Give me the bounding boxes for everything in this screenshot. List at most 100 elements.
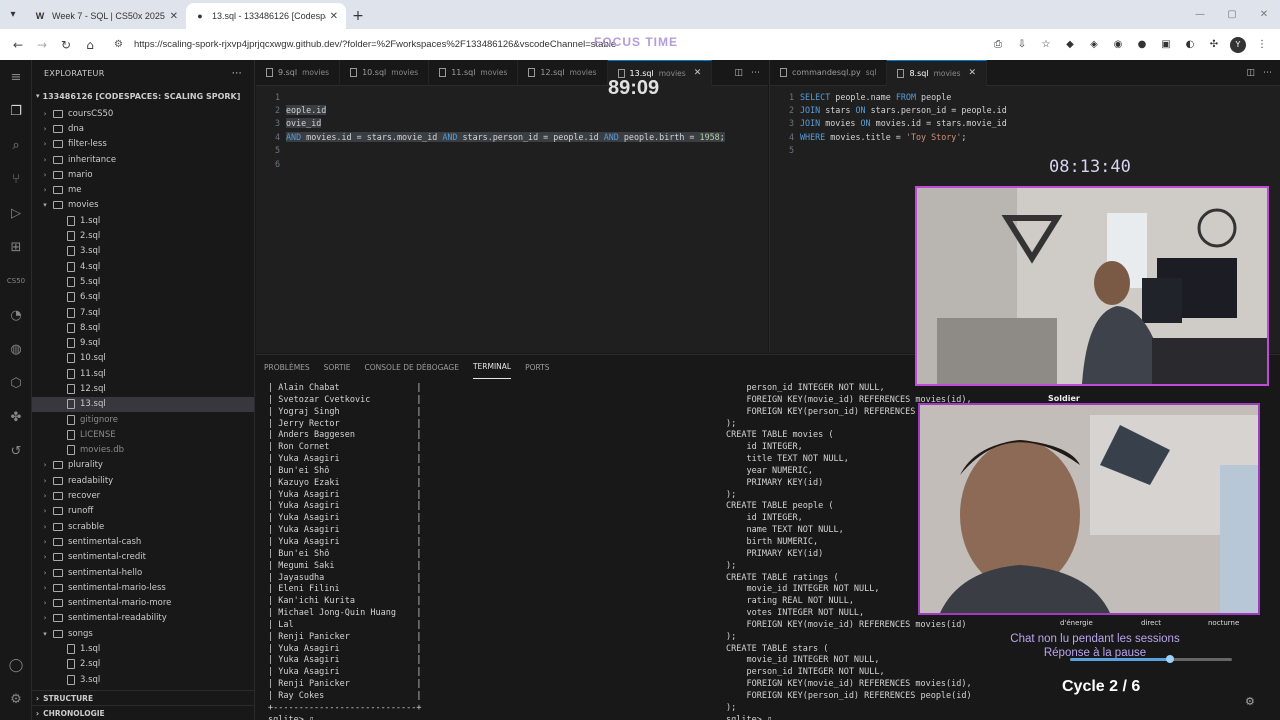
tree-file[interactable]: 13.sql [32,396,254,412]
split-editor-icon[interactable]: ◫ [1246,68,1255,78]
tree-file[interactable]: 2.sql [32,228,254,243]
editor-tab[interactable]: 8.sql movies ✕ [887,59,988,86]
tree-folder[interactable]: › readability [32,473,254,488]
tree-folder[interactable]: › sentimental-hello [32,565,254,580]
search-icon[interactable]: ⌕ [0,128,32,162]
extensions-puzzle-icon[interactable]: ✣ [1202,33,1226,57]
tree-folder[interactable]: › dna [32,121,254,136]
duck-icon[interactable]: ◔ [0,298,32,332]
minimize-icon[interactable]: — [1184,0,1216,29]
save-page-icon[interactable]: ⎙ [986,33,1010,57]
tab-search-icon[interactable]: ▾ [0,0,26,29]
explorer-icon[interactable]: ❐ [0,94,32,128]
tree-folder[interactable]: › sentimental-readability [32,611,254,626]
tree-file[interactable]: 7.sql [32,305,254,320]
bookmark-star-icon[interactable]: ☆ [1034,33,1058,57]
terminal-left[interactable]: | Alain Chabat | | Svetozar Cvetkovic | | … [268,383,422,720]
editor-tab[interactable]: 12.sql movies [518,59,608,86]
extension-icon[interactable]: ◐ [1178,33,1202,57]
browser-tab-cs50[interactable]: W Week 7 - SQL | CS50x 2025 ? | C ✕ [26,3,186,29]
tree-folder[interactable]: › sentimental-mario-more [32,596,254,611]
editor-tab[interactable]: 10.sql movies [340,59,430,86]
manage-gear-icon[interactable]: ⚙ [0,682,32,716]
tree-file[interactable]: gitignore [32,412,254,427]
close-tab-icon[interactable]: ✕ [969,68,977,78]
extension-icon[interactable]: ◈ [1082,33,1106,57]
run-debug-icon[interactable]: ▷ [0,196,32,230]
more-actions-icon[interactable]: ⋯ [232,68,242,79]
code-editor-right[interactable]: 1 SELECT people.name FROM people 2 JOIN sta… [770,90,1280,157]
address-bar[interactable]: ⚙ https://scaling-spork-rjxvp4jprjqcxwgw… [108,32,978,57]
tree-folder[interactable]: › scrabble [32,519,254,534]
tree-folder[interactable]: › recover [32,488,254,503]
tree-file[interactable]: 4.sql [32,259,254,274]
tree-folder[interactable]: › filter-less [32,137,254,152]
tree-folder[interactable]: › runoff [32,504,254,519]
source-control-icon[interactable]: ⑂ [0,162,32,196]
tree-folder[interactable]: › sentimental-cash [32,534,254,549]
tree-folder[interactable]: › mario [32,167,254,182]
extension-icon[interactable]: ▣ [1154,33,1178,57]
forward-icon[interactable]: → [30,33,54,57]
progress-slider[interactable] [1070,655,1232,663]
close-tab-icon[interactable]: ✕ [694,68,702,78]
gear-icon[interactable]: ⚙ [1245,695,1255,708]
extensions-icon[interactable]: ⊞ [0,230,32,264]
panel-tab[interactable]: TERMINAL [472,355,512,379]
cs50-icon[interactable]: CS50 [0,264,32,298]
back-icon[interactable]: ← [6,33,30,57]
extension-icon[interactable]: ◉ [1106,33,1130,57]
new-tab-icon[interactable]: + [346,3,370,29]
tree-file[interactable]: 5.sql [32,274,254,289]
tree-file[interactable]: 1.sql [32,641,254,656]
editor-tab[interactable]: 9.sql movies [256,59,341,86]
close-tab-icon[interactable]: ✕ [170,11,178,22]
close-tab-icon[interactable]: ✕ [330,11,338,22]
tree-folder[interactable]: ▾ songs [32,626,254,641]
panel-tab[interactable]: PROBLÈMES [264,355,310,379]
tree-file[interactable]: 12.sql [32,381,254,396]
code-editor-left[interactable]: 1 2 eople.id 3 ovie_id 4 AND movies.id = stars… [256,90,768,170]
panel-tab[interactable]: SORTIE [324,355,351,379]
browser-tab-codespace[interactable]: ● 13.sql - 133486126 [Codespace ✕ [186,3,346,29]
split-editor-icon[interactable]: ◫ [734,68,743,78]
tree-file[interactable]: 9.sql [32,335,254,350]
tree-file[interactable]: 2.sql [32,657,254,672]
home-icon[interactable]: ⌂ [78,33,102,57]
timeline-section[interactable]: › CHRONOLOGIE [32,705,254,720]
more-actions-icon[interactable]: ⋯ [751,68,760,78]
menu-icon[interactable]: ≡ [0,60,32,94]
extension-icon[interactable]: ◆ [1058,33,1082,57]
github-icon[interactable]: ◍ [0,332,32,366]
extension-icon[interactable]: ● [1130,33,1154,57]
close-window-icon[interactable]: ✕ [1248,0,1280,29]
tree-folder[interactable]: › plurality [32,458,254,473]
editor-tab[interactable]: 11.sql movies [429,59,519,86]
tree-file[interactable]: 3.sql [32,672,254,687]
outline-section[interactable]: › STRUCTURE [32,690,254,705]
tree-file[interactable]: 10.sql [32,351,254,366]
tree-file[interactable]: 6.sql [32,290,254,305]
tree-file[interactable]: 3.sql [32,244,254,259]
tree-folder[interactable]: › sentimental-credit [32,550,254,565]
tree-file[interactable]: movies.db [32,443,254,458]
editor-tab[interactable]: commandesql.py sql [770,59,888,86]
panel-tab[interactable]: CONSOLE DE DÉBOGAGE [365,355,459,379]
python-icon[interactable]: ✤ [0,400,32,434]
more-actions-icon[interactable]: ⋯ [1263,68,1272,78]
tree-folder[interactable]: › me [32,182,254,197]
tree-file[interactable]: 1.sql [32,213,254,228]
install-app-icon[interactable]: ⇩ [1010,33,1034,57]
tree-file[interactable]: LICENSE [32,427,254,442]
tree-folder[interactable]: › inheritance [32,152,254,167]
profile-avatar[interactable]: Y [1230,36,1246,53]
tree-folder[interactable]: › sentimental-mario-less [32,580,254,595]
workspace-root[interactable]: ▾ 133486126 [CODESPACES: SCALING SPORK] [32,86,254,106]
live-share-icon[interactable]: ↺ [0,434,32,468]
panel-tab[interactable]: PORTS [525,355,549,379]
browser-menu-icon[interactable]: ⋮ [1250,33,1274,57]
tree-folder[interactable]: › coursCS50 [32,106,254,121]
account-icon[interactable]: ◯ [0,648,32,682]
tree-folder[interactable]: ▾ movies [32,198,254,213]
maximize-icon[interactable]: ▢ [1216,0,1248,29]
